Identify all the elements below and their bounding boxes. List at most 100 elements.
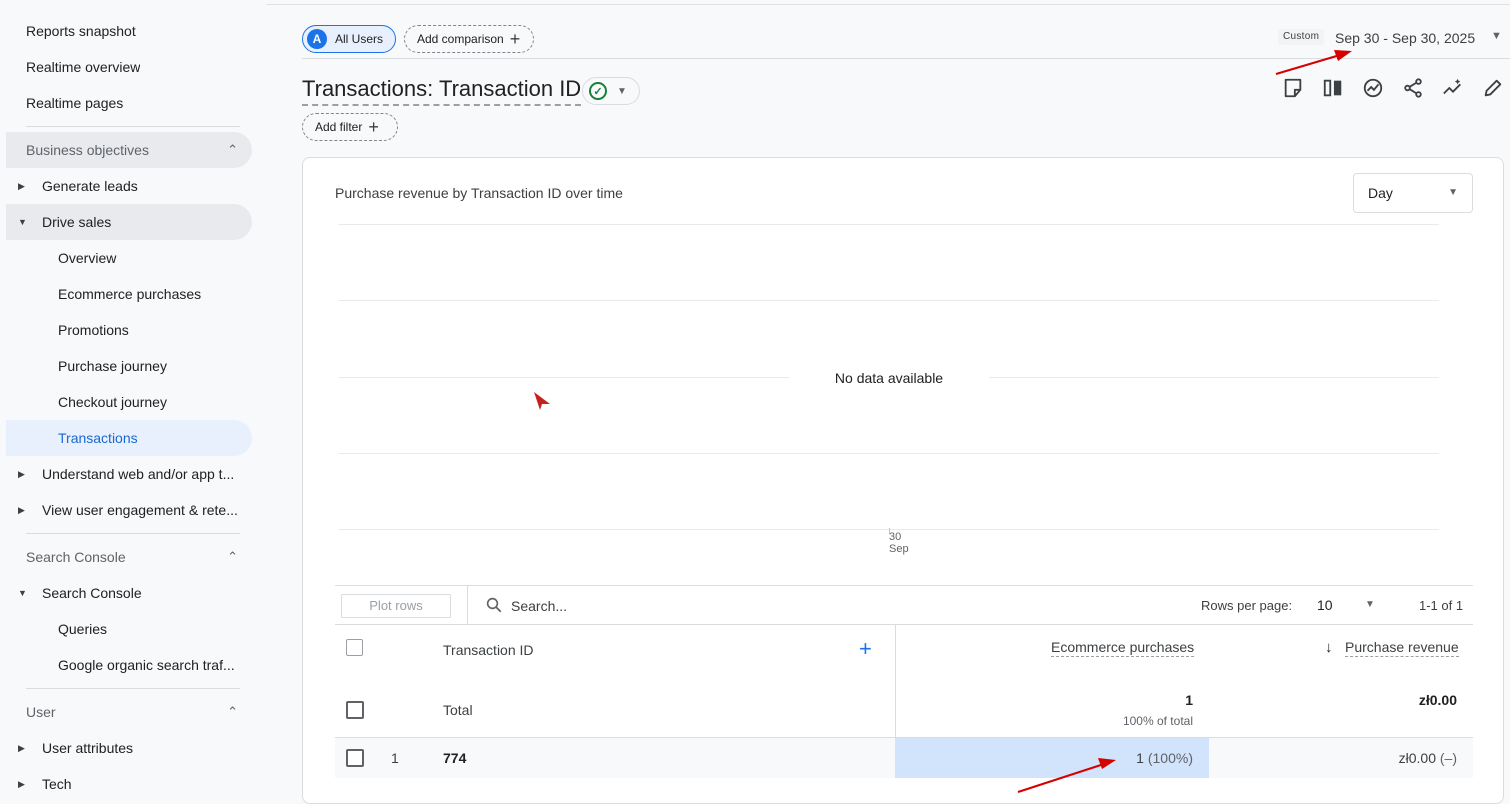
edit-icon[interactable] xyxy=(1482,77,1504,99)
sidebar-item-google-organic-search[interactable]: Google organic search traf... xyxy=(58,647,248,683)
toolbar-divider xyxy=(467,586,468,625)
chevron-up-icon: ⌃ xyxy=(227,549,238,564)
row-purchases-value: 1 xyxy=(1136,750,1144,766)
annotation-arrow-date xyxy=(1275,50,1352,75)
sort-arrow-down-icon[interactable]: ↓ xyxy=(1325,639,1333,656)
report-card: Purchase revenue by Transaction ID over … xyxy=(302,157,1504,804)
table-toolbar: Plot rows Rows per page: 10 ▼ 1-1 of 1 xyxy=(335,585,1473,625)
x-tick-day: 30 xyxy=(889,531,902,543)
add-comparison-label: Add comparison xyxy=(417,32,504,46)
sidebar-group-user-engagement[interactable]: ▶ View user engagement & rete... xyxy=(6,492,252,528)
group-label: Generate leads xyxy=(42,178,138,194)
check-circle-icon: ✓ xyxy=(589,82,607,100)
sidebar-item-realtime-pages[interactable]: Realtime pages xyxy=(26,85,123,121)
sidebar-section-user[interactable]: User ⌃ xyxy=(6,694,252,730)
row-revenue-value: zł0.00 xyxy=(1398,750,1436,766)
caret-down-icon: ▼ xyxy=(18,217,27,227)
table-search-input[interactable] xyxy=(511,594,811,618)
group-label: Understand web and/or app t... xyxy=(42,466,235,482)
sidebar-item-purchase-journey[interactable]: Purchase journey xyxy=(58,348,248,384)
row-checkbox[interactable] xyxy=(346,749,364,767)
date-range-picker[interactable]: Sep 30 - Sep 30, 2025 xyxy=(1335,30,1475,46)
section-title: Business objectives xyxy=(26,142,149,158)
caret-right-icon: ▶ xyxy=(18,779,25,789)
date-custom-tag: Custom xyxy=(1278,29,1325,45)
rows-per-page-select[interactable]: 10 xyxy=(1317,597,1333,613)
sidebar-group-user-attributes[interactable]: ▶ User attributes xyxy=(6,730,252,766)
caret-down-icon[interactable]: ▼ xyxy=(1491,30,1502,42)
sidebar-group-tech[interactable]: ▶ Tech xyxy=(6,766,252,802)
group-label: Search Console xyxy=(42,585,142,601)
group-label: View user engagement & rete... xyxy=(42,502,238,518)
plus-icon: + xyxy=(368,116,379,137)
metric-header-purchase-revenue[interactable]: Purchase revenue xyxy=(1345,639,1459,657)
chevron-up-icon: ⌃ xyxy=(227,142,238,157)
sidebar-divider xyxy=(26,688,240,689)
segment-label: All Users xyxy=(335,32,384,46)
sidebar-section-business-objectives[interactable]: Business objectives ⌃ xyxy=(6,132,252,168)
pagination-info: 1-1 of 1 xyxy=(1419,598,1464,613)
row-revenue-pct: (–) xyxy=(1439,750,1457,766)
caret-right-icon: ▶ xyxy=(18,743,25,753)
x-tick-label: 30 Sep xyxy=(889,531,909,555)
caret-down-icon: ▼ xyxy=(1448,187,1458,198)
rows-per-page-label: Rows per page: xyxy=(1201,598,1293,613)
caret-right-icon: ▶ xyxy=(18,469,25,479)
total-purchases: 1 xyxy=(1185,692,1193,708)
x-tick-month: Sep xyxy=(889,543,909,555)
sidebar-group-drive-sales[interactable]: ▼ Drive sales xyxy=(6,204,252,240)
sidebar-item-reports-snapshot[interactable]: Reports snapshot xyxy=(26,13,136,49)
caret-down-icon[interactable]: ▼ xyxy=(1365,599,1375,610)
add-dimension-plus-icon[interactable]: + xyxy=(859,636,872,662)
chart-gridline xyxy=(339,224,1439,225)
row-number: 1 xyxy=(391,750,399,766)
sidebar-group-search-console[interactable]: ▼ Search Console xyxy=(6,575,252,611)
select-all-checkbox[interactable] xyxy=(346,639,363,656)
sidebar-nav: Reports snapshot Realtime overview Realt… xyxy=(0,0,266,804)
row-revenue: zł0.00 (–) xyxy=(1399,750,1457,766)
chart-gridline xyxy=(339,300,1439,301)
group-label: User attributes xyxy=(42,740,134,756)
sidebar-item-realtime-overview[interactable]: Realtime overview xyxy=(26,49,140,85)
sidebar-item-transactions[interactable]: Transactions xyxy=(6,420,252,456)
sparkle-trend-icon[interactable] xyxy=(1442,77,1464,99)
metric-header-ecommerce-purchases[interactable]: Ecommerce purchases xyxy=(1051,639,1195,657)
sidebar-item-checkout-journey[interactable]: Checkout journey xyxy=(58,384,248,420)
granularity-select[interactable]: Day ▼ xyxy=(1353,173,1473,213)
sidebar-item-promotions[interactable]: Promotions xyxy=(58,312,248,348)
chart-gridline xyxy=(339,453,1439,454)
add-filter-button[interactable]: Add filter + xyxy=(302,113,398,141)
header-divider xyxy=(302,58,1510,59)
plus-icon: + xyxy=(509,28,521,49)
add-comparison-button[interactable]: Add comparison + xyxy=(404,25,534,53)
row-purchases-pct: (100%) xyxy=(1147,750,1193,766)
group-label: Drive sales xyxy=(42,214,112,230)
sidebar-item-overview[interactable]: Overview xyxy=(58,240,248,276)
search-icon xyxy=(486,597,502,613)
sidebar-item-ecommerce-purchases[interactable]: Ecommerce purchases xyxy=(58,276,248,312)
plot-rows-button[interactable]: Plot rows xyxy=(341,594,451,618)
add-filter-label: Add filter xyxy=(315,120,363,134)
sidebar-section-search-console[interactable]: Search Console ⌃ xyxy=(6,539,252,575)
sidebar-divider xyxy=(26,126,240,127)
caret-right-icon: ▶ xyxy=(18,505,25,515)
sidebar-group-understand-web-app[interactable]: ▶ Understand web and/or app t... xyxy=(6,456,252,492)
page-title: Transactions: Transaction ID xyxy=(302,76,582,106)
report-status-menu[interactable]: ✓ ▼ xyxy=(582,77,640,105)
chevron-up-icon: ⌃ xyxy=(227,704,238,719)
compare-columns-icon[interactable] xyxy=(1322,77,1344,99)
row-purchases: 1 (100%) xyxy=(1136,750,1193,766)
dimension-header[interactable]: Transaction ID xyxy=(443,642,534,658)
sidebar-item-queries[interactable]: Queries xyxy=(58,611,248,647)
note-icon[interactable] xyxy=(1282,77,1304,99)
caret-down-icon: ▼ xyxy=(617,85,627,97)
sidebar-group-generate-leads[interactable]: ▶ Generate leads xyxy=(6,168,252,204)
total-row-checkbox[interactable] xyxy=(346,701,364,719)
chart-empty-message: No data available xyxy=(789,370,989,386)
segment-avatar: A xyxy=(307,29,327,49)
share-icon[interactable] xyxy=(1402,77,1424,99)
segment-chip-all-users[interactable]: A All Users xyxy=(302,25,396,53)
section-title: User xyxy=(26,704,56,720)
insights-icon[interactable] xyxy=(1362,77,1384,99)
granularity-value: Day xyxy=(1368,185,1393,201)
